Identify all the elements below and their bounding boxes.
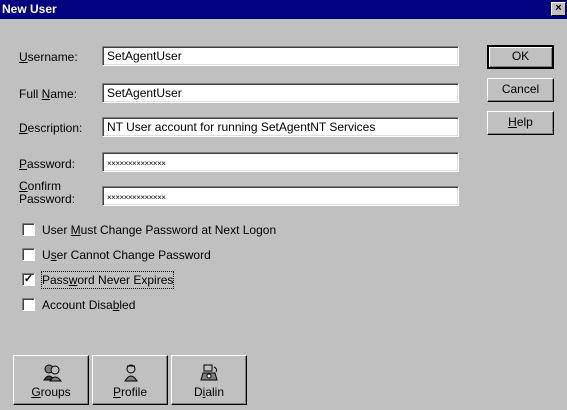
- help-button[interactable]: Help: [487, 111, 554, 135]
- checkbox-label: Password Never Expires: [40, 271, 175, 289]
- checkbox-label: Account Disabled: [42, 297, 135, 313]
- profile-text: rofile: [121, 385, 148, 399]
- username-value: SetAgentUser: [107, 49, 182, 63]
- password-label-text: assword:: [27, 157, 76, 171]
- username-field[interactable]: SetAgentUser: [102, 46, 459, 66]
- profile-accel: P: [112, 385, 121, 399]
- titlebar: New User ×: [0, 0, 567, 19]
- confirm-password-label-text: onfirm: [27, 179, 62, 193]
- checkbox-label: User Must Change Password at Next Logon: [42, 222, 276, 238]
- checkbox-box[interactable]: [22, 248, 35, 261]
- password-value: ××××××××××××××: [107, 159, 166, 168]
- password-field[interactable]: ××××××××××××××: [102, 152, 459, 172]
- password-label-accel: P: [19, 157, 28, 171]
- cancel-button[interactable]: Cancel: [487, 78, 554, 102]
- checkbox-label-post: ord Never Expires: [77, 273, 174, 287]
- description-label: Description:: [19, 122, 82, 135]
- profile-button[interactable]: Profile: [92, 355, 168, 405]
- dialin-text: alin: [205, 385, 225, 399]
- checkbox-label-pre: Pass: [42, 273, 69, 287]
- confirm-password-label-accel: C: [19, 179, 28, 193]
- full-name-label-text: ame:: [50, 87, 78, 101]
- checkbox-label-post: ust Change Password at Next Logon: [80, 223, 277, 237]
- confirm-password-label: Confirm Password:: [19, 180, 75, 206]
- username-label: Username:: [19, 51, 78, 64]
- description-field[interactable]: NT User account for running SetAgentNT S…: [102, 117, 459, 137]
- full-name-label-pre: Full: [19, 87, 42, 101]
- confirm-password-field[interactable]: ××××××××××××××: [102, 186, 459, 206]
- description-label-text: escription:: [27, 121, 83, 135]
- checkbox-box[interactable]: [22, 298, 35, 311]
- dialin-pre: D: [193, 385, 203, 399]
- close-button[interactable]: ×: [551, 2, 566, 16]
- confirm-password-label-line2: Password:: [19, 192, 76, 206]
- checkbox-label-pre: User: [42, 223, 71, 237]
- cancel-button-label: Cancel: [501, 82, 540, 96]
- dialin-button-label: Dialin: [172, 385, 246, 399]
- ok-button[interactable]: OK: [487, 45, 554, 69]
- groups-button-label: Groups: [14, 385, 88, 399]
- profile-icon: [124, 364, 138, 382]
- password-label: Password:: [19, 158, 75, 171]
- username-label-text: sername:: [27, 50, 78, 64]
- help-button-label: elp: [516, 115, 533, 129]
- groups-icon: [43, 364, 63, 382]
- checkbox-label-pre: Account Disa: [42, 298, 113, 312]
- checkbox-label: User Cannot Change Password: [42, 247, 211, 263]
- checkbox-label-post: led: [119, 298, 136, 312]
- confirm-password-value: ××××××××××××××: [107, 193, 166, 202]
- close-icon: ×: [555, 2, 562, 14]
- checkbox-box[interactable]: [22, 223, 35, 236]
- ok-button-label: OK: [511, 49, 530, 63]
- description-value: NT User account for running SetAgentNT S…: [107, 120, 376, 134]
- full-name-field[interactable]: SetAgentUser: [102, 83, 459, 103]
- username-label-accel: U: [19, 50, 28, 64]
- checkmark-icon: ✓: [23, 273, 34, 285]
- description-label-accel: D: [19, 121, 28, 135]
- dialin-button[interactable]: Dialin: [171, 355, 247, 405]
- help-button-accel: H: [508, 115, 517, 129]
- checkbox-label-accel: M: [70, 223, 81, 237]
- groups-accel: G: [31, 385, 41, 399]
- groups-text: roups: [40, 385, 71, 399]
- dialin-icon: [200, 364, 218, 381]
- window-title: New User: [2, 2, 57, 16]
- checkbox-label-post: er Cannot Change Password: [56, 248, 211, 262]
- full-name-label: Full Name:: [19, 88, 77, 101]
- checkbox-box-checked[interactable]: ✓: [22, 273, 35, 286]
- full-name-value: SetAgentUser: [107, 86, 182, 100]
- profile-button-label: Profile: [93, 385, 167, 399]
- groups-button[interactable]: Groups: [13, 355, 89, 405]
- checkbox-label-pre: U: [42, 248, 51, 262]
